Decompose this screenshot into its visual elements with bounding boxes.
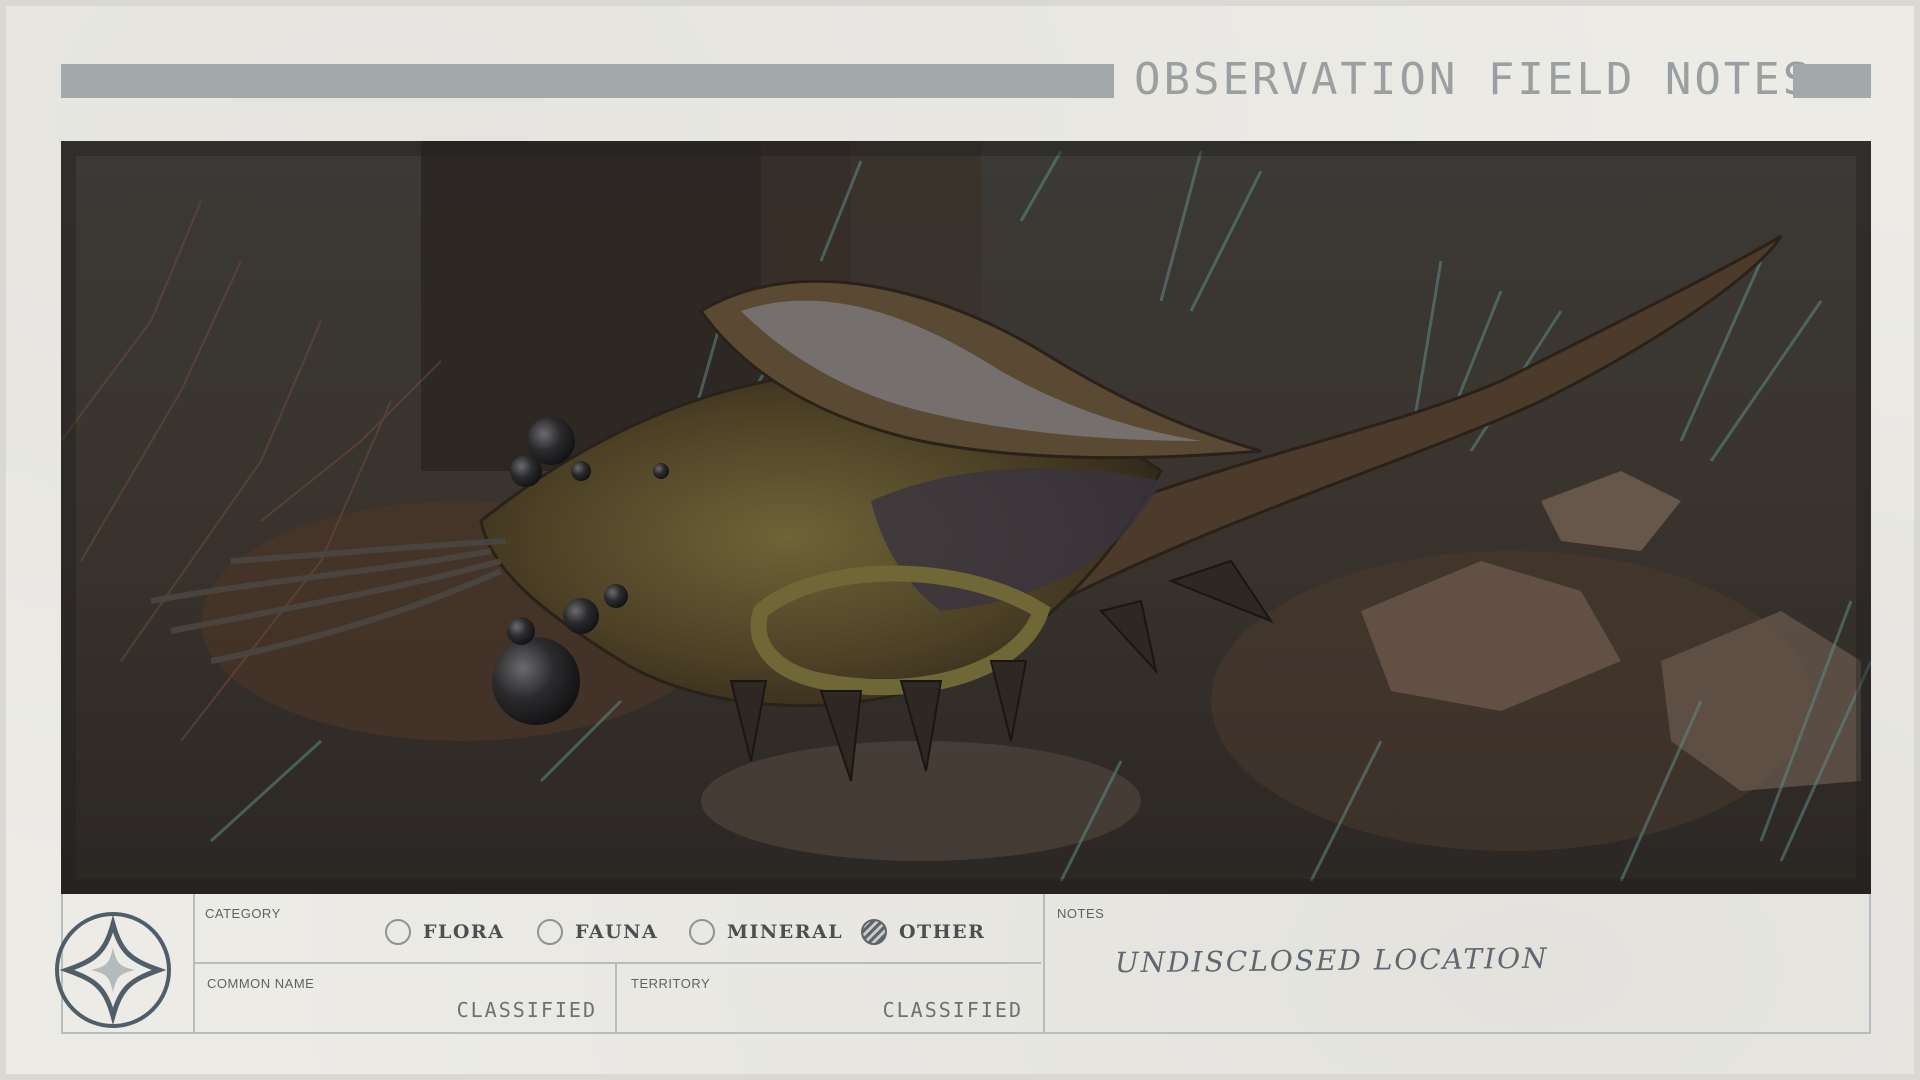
common-name-label: COMMON NAME (207, 976, 315, 991)
fauna-label: FAUNA (575, 921, 659, 943)
notes-value: UNDISCLOSED LOCATION (1114, 941, 1549, 980)
constellation-logo-icon (55, 912, 171, 1028)
category-option-mineral[interactable]: MINERAL (689, 916, 843, 948)
category-option-fauna[interactable]: FAUNA (537, 916, 658, 948)
fauna-radio[interactable] (537, 919, 563, 945)
category-option-other[interactable]: OTHER (861, 916, 985, 948)
other-radio[interactable] (861, 919, 887, 945)
territory-value: CLASSIFIED (882, 998, 1023, 1022)
territory-cell: TERRITORY CLASSIFIED (617, 964, 1041, 1032)
field-notes-card: OBSERVATION FIELD NOTES CATEGORY FLORA F… (0, 0, 1920, 1080)
notes-cell: NOTES UNDISCLOSED LOCATION (1043, 894, 1873, 1032)
mineral-radio[interactable] (689, 919, 715, 945)
other-label: OTHER (899, 921, 986, 943)
logo-cell (55, 894, 195, 1032)
category-label: CATEGORY (205, 906, 281, 921)
category-option-flora[interactable]: FLORA (385, 916, 504, 948)
photo-scene (61, 141, 1871, 894)
mineral-label: MINERAL (727, 921, 844, 943)
header-bar-right (1793, 64, 1871, 98)
category-cell: CATEGORY FLORA FAUNA MINERAL OTHER (195, 894, 1041, 964)
territory-label: TERRITORY (631, 976, 711, 991)
flora-label: FLORA (423, 921, 505, 943)
header-bar-left (61, 64, 1114, 98)
common-name-value: CLASSIFIED (456, 998, 597, 1022)
info-panel: CATEGORY FLORA FAUNA MINERAL OTHER COMMO… (55, 894, 1873, 1034)
common-name-cell: COMMON NAME CLASSIFIED (195, 964, 617, 1032)
notes-label: NOTES (1057, 906, 1105, 921)
page-title: OBSERVATION FIELD NOTES (1134, 54, 1813, 105)
creature-photo (61, 141, 1871, 894)
flora-radio[interactable] (385, 919, 411, 945)
